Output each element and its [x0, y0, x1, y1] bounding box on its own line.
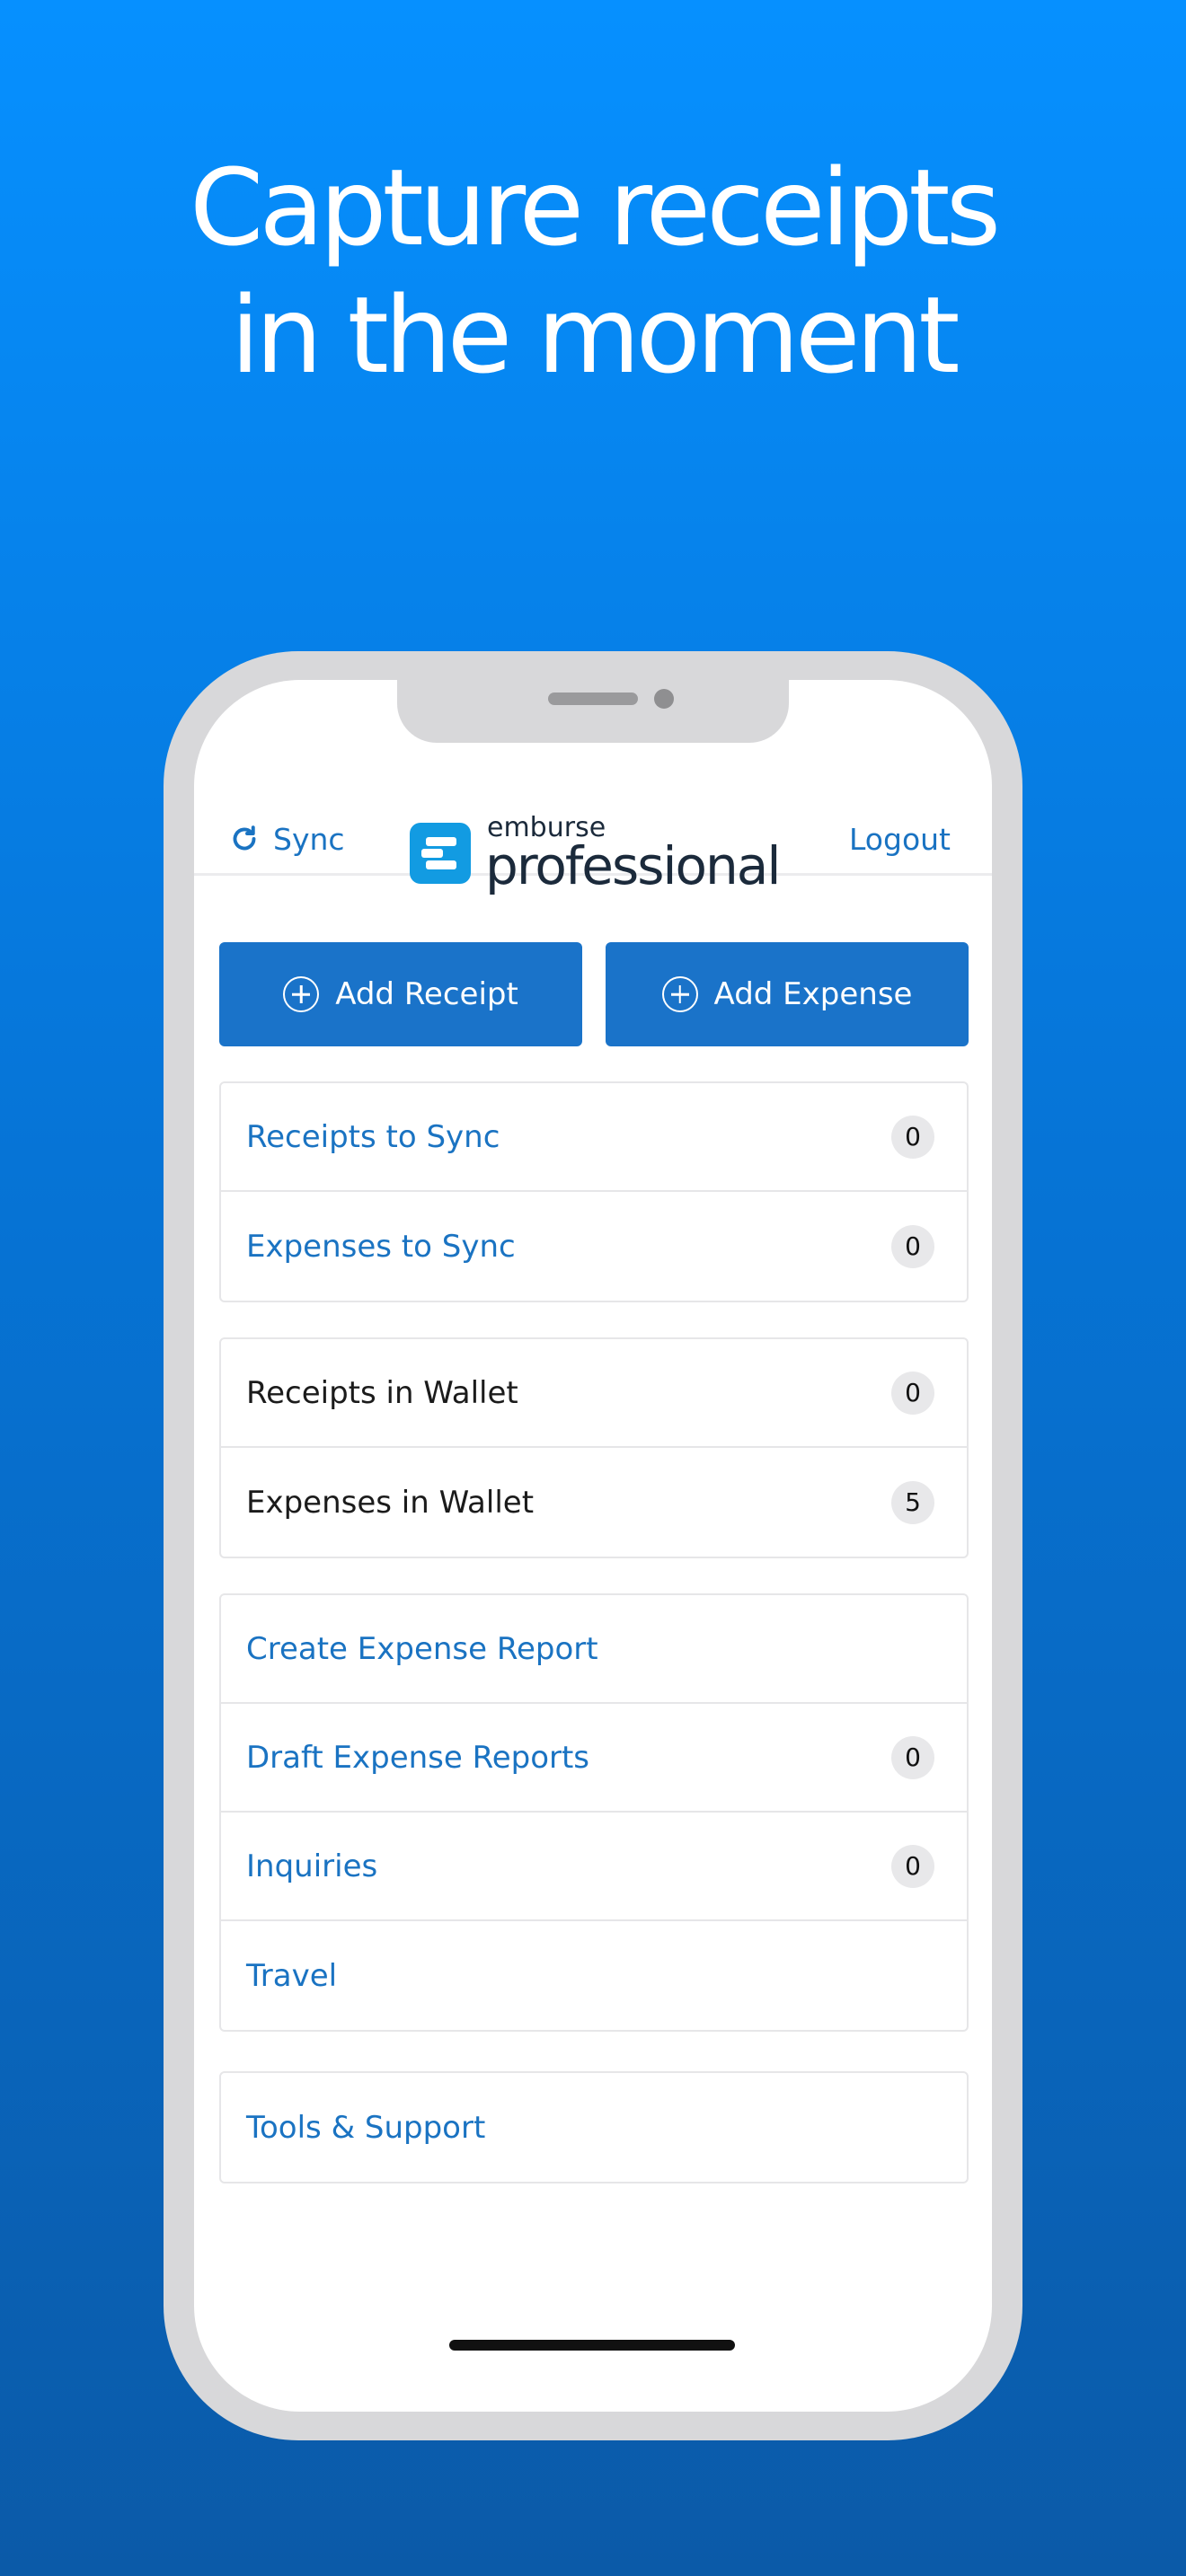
reports-group: Create Expense Report Draft Expense Repo… — [219, 1593, 969, 2032]
sync-group: Receipts to Sync 0 Expenses to Sync 0 — [219, 1081, 969, 1302]
count-badge: 5 — [891, 1480, 934, 1524]
emburse-logo: emburse professional — [410, 815, 781, 896]
plus-circle-icon — [661, 976, 698, 1012]
marketing-headline: Capture receipts in the moment — [0, 144, 1186, 399]
add-receipt-button[interactable]: Add Receipt — [219, 942, 582, 1046]
emburse-logo-icon — [410, 823, 471, 884]
count-badge: 0 — [891, 1115, 934, 1159]
phone-notch — [397, 680, 789, 743]
speaker-grille — [548, 693, 638, 705]
refresh-icon — [233, 825, 256, 851]
row-label: Expenses to Sync — [246, 1228, 516, 1265]
row-label: Draft Expense Reports — [246, 1739, 590, 1776]
count-badge: 0 — [891, 1735, 934, 1779]
add-expense-button[interactable]: Add Expense — [606, 942, 969, 1046]
row-label: Receipts in Wallet — [246, 1374, 518, 1411]
count-badge: 0 — [891, 1371, 934, 1415]
sync-button[interactable]: Sync — [228, 818, 345, 860]
app-header: Sync emburse professional Logout — [194, 788, 992, 892]
expenses-in-wallet-row[interactable]: Expenses in Wallet 5 — [221, 1448, 967, 1557]
logout-button[interactable]: Logout — [849, 818, 951, 860]
front-camera — [654, 689, 674, 709]
add-receipt-label: Add Receipt — [335, 976, 518, 1012]
row-label: Tools & Support — [246, 2109, 486, 2146]
add-expense-label: Add Expense — [713, 976, 913, 1012]
action-buttons: Add Receipt Add Expense — [219, 942, 969, 1046]
headline-line-2: in the moment — [230, 273, 960, 397]
create-expense-report-row[interactable]: Create Expense Report — [221, 1595, 967, 1704]
count-badge: 0 — [891, 1224, 934, 1268]
phone-frame: Sync emburse professional Logout Add Rec… — [164, 651, 1022, 2440]
plus-circle-icon — [283, 976, 320, 1012]
travel-row[interactable]: Travel — [221, 1921, 967, 2030]
headline-line-1: Capture receipts — [189, 146, 1001, 269]
home-indicator — [449, 2340, 735, 2351]
expenses-to-sync-row[interactable]: Expenses to Sync 0 — [221, 1192, 967, 1301]
draft-expense-reports-row[interactable]: Draft Expense Reports 0 — [221, 1704, 967, 1813]
row-label: Create Expense Report — [246, 1630, 598, 1667]
inquiries-row[interactable]: Inquiries 0 — [221, 1813, 967, 1921]
receipts-in-wallet-row[interactable]: Receipts in Wallet 0 — [221, 1339, 967, 1448]
support-group: Tools & Support — [219, 2071, 969, 2183]
receipts-to-sync-row[interactable]: Receipts to Sync 0 — [221, 1083, 967, 1192]
row-label: Inquiries — [246, 1848, 378, 1884]
row-label: Expenses in Wallet — [246, 1484, 535, 1521]
count-badge: 0 — [891, 1844, 934, 1888]
logo-wordmark: emburse professional — [485, 815, 781, 896]
logo-product-text: professional — [485, 835, 781, 896]
sync-label: Sync — [273, 821, 345, 857]
row-label: Receipts to Sync — [246, 1118, 500, 1155]
phone-screen: Sync emburse professional Logout Add Rec… — [194, 680, 992, 2412]
tools-support-row[interactable]: Tools & Support — [221, 2073, 967, 2182]
row-label: Travel — [246, 1957, 338, 1994]
wallet-group: Receipts in Wallet 0 Expenses in Wallet … — [219, 1337, 969, 1558]
